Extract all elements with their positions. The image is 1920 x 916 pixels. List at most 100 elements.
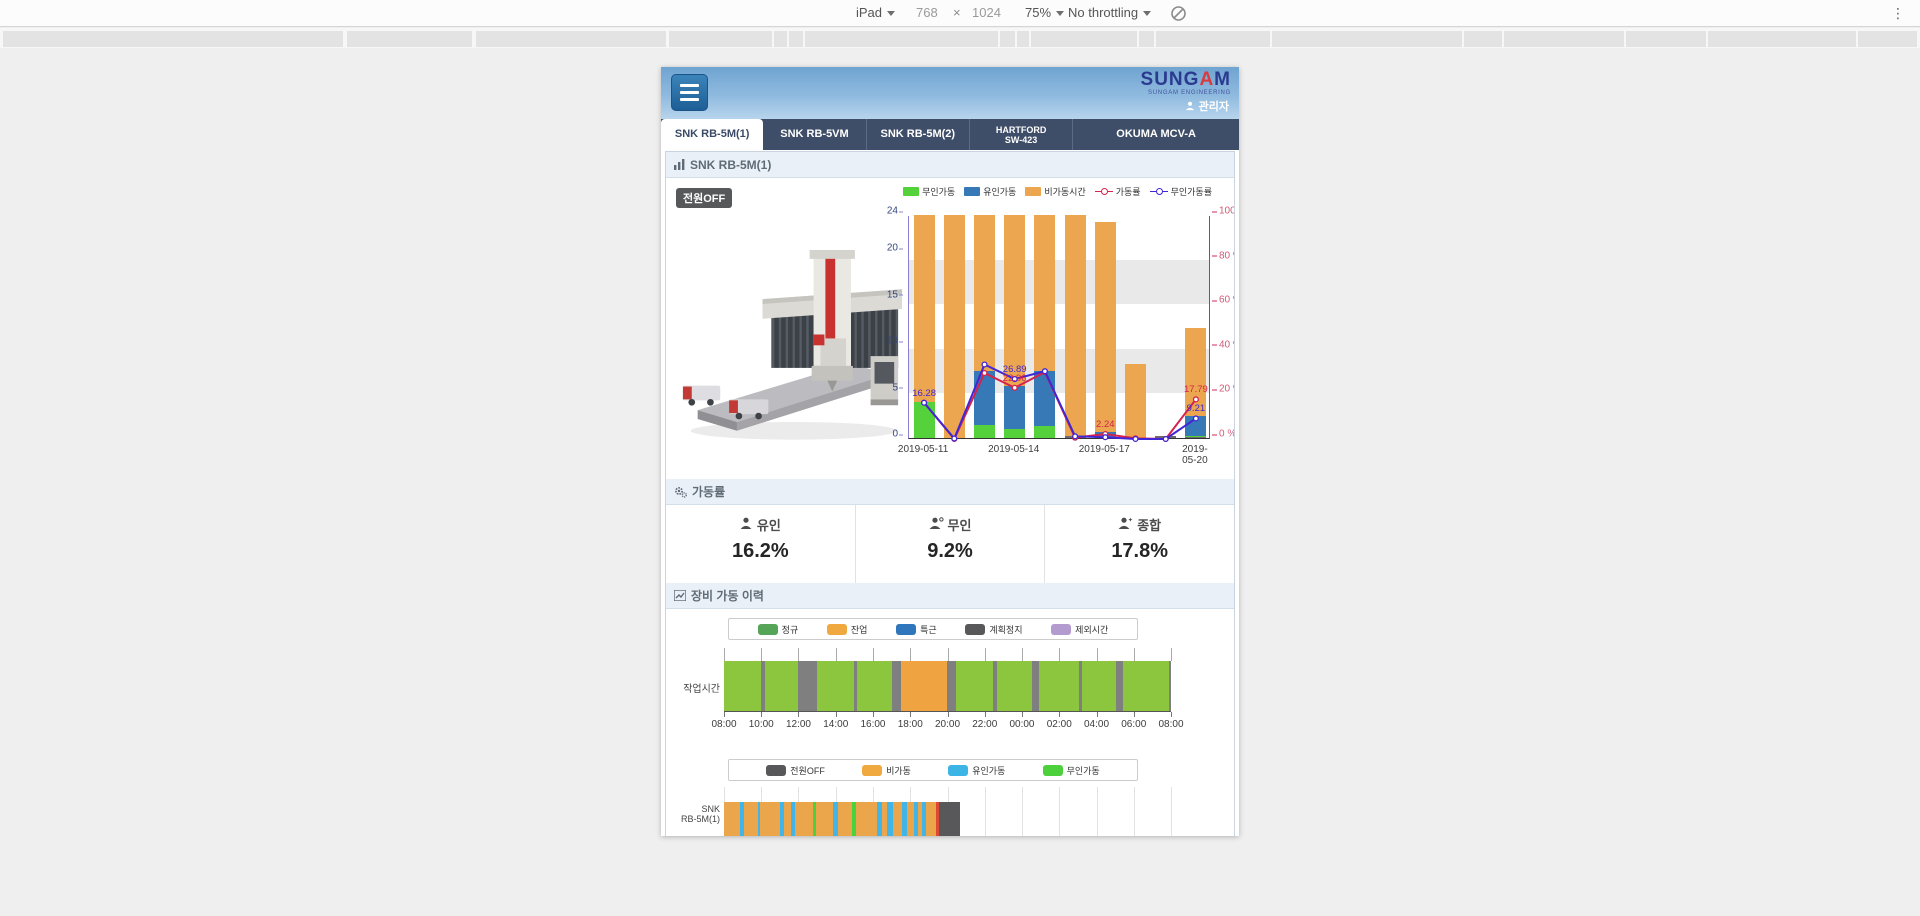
y-axis-right: 0 %20 %40 %60 %80 %100 % xyxy=(1211,216,1235,439)
time-tick-label: 12:00 xyxy=(786,719,811,730)
person-icon xyxy=(1185,101,1195,111)
media-query-segment[interactable] xyxy=(1139,31,1154,47)
media-query-segment[interactable] xyxy=(805,31,998,47)
media-query-segment[interactable] xyxy=(774,31,787,47)
person-total-icon xyxy=(1118,517,1133,533)
media-query-segment[interactable] xyxy=(1708,31,1856,47)
shift-legend-item-정규[interactable]: 정규 xyxy=(758,623,799,636)
legend-swatch xyxy=(903,187,919,196)
media-query-segment[interactable] xyxy=(1464,31,1502,47)
segment-비가동 xyxy=(795,802,814,836)
media-query-segment[interactable] xyxy=(1858,31,1917,47)
y-right-tick: 80 % xyxy=(1219,250,1235,261)
worktime-top-ticks xyxy=(724,648,1171,661)
tab-hartford-sw-423[interactable]: HARTFORD SW-423 xyxy=(970,119,1073,150)
legend-label: 유인가동 xyxy=(972,764,1005,777)
legend-swatch xyxy=(827,624,847,635)
media-query-segment[interactable] xyxy=(476,31,666,47)
segment-정규 xyxy=(1123,661,1169,711)
time-tick-label: 08:00 xyxy=(1158,719,1183,730)
legend-line-marker xyxy=(1150,187,1168,196)
media-query-segment[interactable] xyxy=(1000,31,1015,47)
section-title: 장비 가동 이력 xyxy=(691,587,764,604)
x-date-tick: 2019-05-11 xyxy=(898,444,948,455)
media-query-segment[interactable] xyxy=(789,31,803,47)
rate-value: 9.2% xyxy=(856,540,1045,563)
legend-swatch xyxy=(1025,187,1041,196)
app-header: SUNGAM SUNGAM ENGINEERING 관리자 xyxy=(661,67,1239,119)
point-label: 17.79 xyxy=(1184,384,1208,395)
chevron-down-icon xyxy=(1143,11,1151,16)
state-legend-item-비가동[interactable]: 비가동 xyxy=(862,764,911,777)
segment-정규 xyxy=(857,661,891,711)
throttling-select[interactable]: No throttling xyxy=(1068,0,1151,26)
media-query-segment[interactable] xyxy=(347,31,472,47)
segment-계획정지 xyxy=(1116,661,1123,711)
dashboard-page: SUNGAM SUNGAM ENGINEERING 관리자 SNK RB-5M(… xyxy=(661,67,1239,836)
state-legend: 전원OFF 비가동 유인가동 무인가동 xyxy=(728,759,1138,781)
devtools-toolbar: iPad 768 × 1024 75% No throttling ⋮ xyxy=(0,0,1920,27)
legend-label: 비가동 xyxy=(886,764,911,777)
device-select[interactable]: iPad xyxy=(856,0,895,26)
state-legend-item-유인가동[interactable]: 유인가동 xyxy=(948,764,1005,777)
segment-비가동 xyxy=(856,802,877,836)
rate-stat-유인: 유인16.2% xyxy=(666,505,855,583)
viewport-width-field[interactable]: 768 xyxy=(916,0,938,26)
legend-label: 제외시간 xyxy=(1075,623,1108,636)
media-query-segment[interactable] xyxy=(669,31,772,47)
y-left-tick: 15 xyxy=(887,289,898,300)
y-left-tick: 5 xyxy=(892,382,898,393)
time-tick-label: 00:00 xyxy=(1009,719,1034,730)
company-logo: SUNGAM SUNGAM ENGINEERING xyxy=(1141,70,1231,97)
media-query-bar xyxy=(0,28,1920,48)
legend-item-유인가동[interactable]: 유인가동 xyxy=(964,185,1016,198)
legend-label: 전원OFF xyxy=(790,764,825,777)
media-query-segment[interactable] xyxy=(3,31,343,47)
tab-snk-rb-5vm[interactable]: SNK RB-5VM xyxy=(763,119,866,150)
legend-item-무인가동[interactable]: 무인가동 xyxy=(903,185,955,198)
kebab-menu-icon[interactable]: ⋮ xyxy=(1890,3,1906,23)
media-query-segment[interactable] xyxy=(1156,31,1270,47)
legend-label: 정규 xyxy=(782,623,799,636)
shift-legend-item-특근[interactable]: 특근 xyxy=(896,623,937,636)
y-right-tick: 100 % xyxy=(1219,206,1235,217)
tab-snk-rb-5m(1)[interactable]: SNK RB-5M(1) xyxy=(661,119,763,150)
shift-legend-item-제외시간[interactable]: 제외시간 xyxy=(1051,623,1108,636)
legend-label: 계획정지 xyxy=(989,623,1022,636)
tab-okuma-mcv-a[interactable]: OKUMA MCV-A xyxy=(1073,119,1239,150)
y-right-tick: 40 % xyxy=(1219,339,1235,350)
x-date-tick: 2019-05-14 xyxy=(988,444,1039,455)
hamburger-menu-button[interactable] xyxy=(671,74,708,111)
media-query-segment[interactable] xyxy=(1272,31,1462,47)
media-query-segment[interactable] xyxy=(1017,31,1029,47)
state-legend-item-무인가동[interactable]: 무인가동 xyxy=(1043,764,1100,777)
person-manned-icon xyxy=(740,517,753,533)
zoom-select[interactable]: 75% xyxy=(1025,0,1064,26)
segment-비가동 xyxy=(744,802,758,836)
worktime-axis-labels: 08:0010:0012:0014:0016:0018:0020:0022:00… xyxy=(724,719,1171,731)
segment-계획정지 xyxy=(947,661,955,711)
state-legend-item-전원OFF[interactable]: 전원OFF xyxy=(766,764,825,777)
machine-tabs: SNK RB-5M(1)SNK RB-5VMSNK RB-5M(2)HARTFO… xyxy=(661,119,1239,150)
rotate-viewport-icon[interactable] xyxy=(1170,5,1187,22)
point-label: 2.24 xyxy=(1096,419,1115,430)
user-menu[interactable]: 관리자 xyxy=(1185,98,1229,114)
legend-item-가동률[interactable]: 가동률 xyxy=(1095,185,1141,198)
point-label: 9.21 xyxy=(1187,403,1206,414)
tab-snk-rb-5m(2)[interactable]: SNK RB-5M(2) xyxy=(867,119,970,150)
shift-legend-item-잔업[interactable]: 잔업 xyxy=(827,623,868,636)
media-query-segment[interactable] xyxy=(1504,31,1624,47)
segment-계획정지 xyxy=(1169,661,1171,711)
section-header-history: 장비 가동 이력 xyxy=(666,583,1234,609)
chart-icon xyxy=(674,159,685,170)
legend-item-비가동시간[interactable]: 비가동시간 xyxy=(1025,185,1085,198)
y-right-tick: 20 % xyxy=(1219,384,1235,395)
legend-item-무인가동률[interactable]: 무인가동률 xyxy=(1150,185,1212,198)
segment-비가동 xyxy=(760,802,780,836)
media-query-segment[interactable] xyxy=(1626,31,1706,47)
viewport-height-field[interactable]: 1024 xyxy=(972,0,1001,26)
shift-legend-item-계획정지[interactable]: 계획정지 xyxy=(965,623,1022,636)
line-무인가동률 xyxy=(924,365,1196,439)
legend-swatch xyxy=(964,187,980,196)
media-query-segment[interactable] xyxy=(1031,31,1137,47)
